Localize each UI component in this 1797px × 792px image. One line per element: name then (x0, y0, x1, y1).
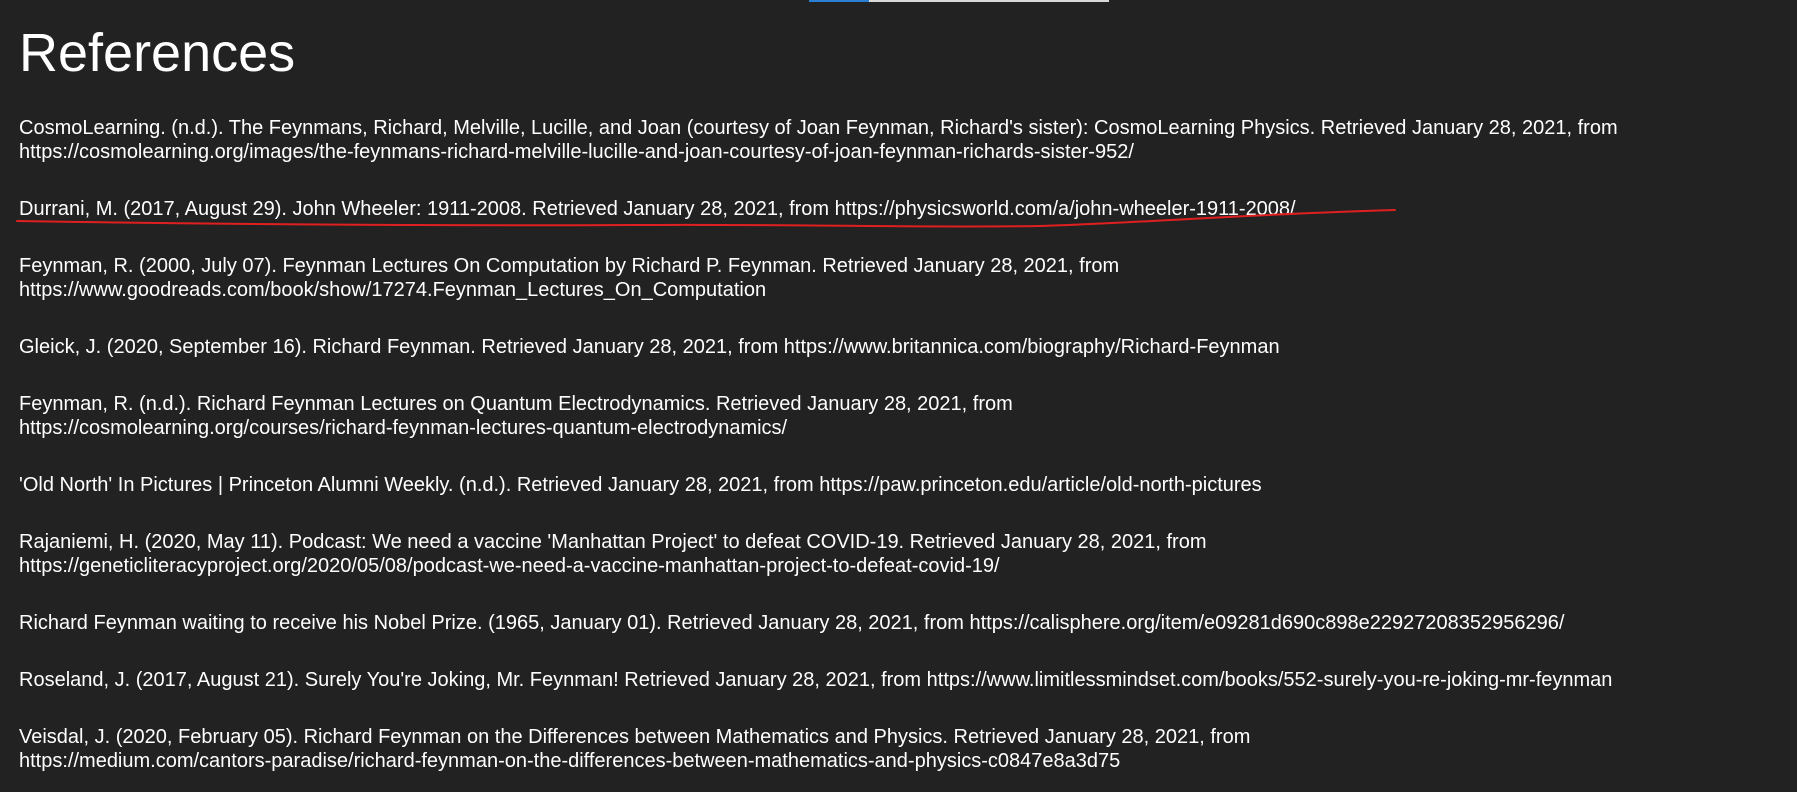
reference-text: 'Old North' In Pictures | Princeton Alum… (19, 474, 1262, 496)
top-progress-indicator (809, 0, 869, 2)
reference-text: CosmoLearning. (n.d.). The Feynmans, Ric… (19, 117, 1618, 139)
reference-text: Gleick, J. (2020, September 16). Richard… (19, 336, 1280, 358)
reference-url[interactable]: https://medium.com/cantors-paradise/rich… (19, 749, 1789, 773)
reference-item: CosmoLearning. (n.d.). The Feynmans, Ric… (19, 116, 1789, 164)
reference-text: Feynman, R. (n.d.). Richard Feynman Lect… (19, 393, 1013, 415)
reference-url[interactable]: https://cosmolearning.org/images/the-fey… (19, 140, 1789, 164)
reference-item: Rajaniemi, H. (2020, May 11). Podcast: W… (19, 530, 1789, 578)
reference-item: Veisdal, J. (2020, February 05). Richard… (19, 725, 1789, 773)
reference-url[interactable]: https://www.goodreads.com/book/show/1727… (19, 278, 1789, 302)
reference-item: Gleick, J. (2020, September 16). Richard… (19, 335, 1789, 359)
reference-list: CosmoLearning. (n.d.). The Feynmans, Ric… (19, 116, 1789, 792)
reference-item: Feynman, R. (n.d.). Richard Feynman Lect… (19, 392, 1789, 440)
page-title: References (19, 23, 296, 83)
reference-item: Feynman, R. (2000, July 07). Feynman Lec… (19, 254, 1789, 302)
top-progress-bar (809, 0, 1109, 2)
reference-url[interactable]: https://cosmolearning.org/courses/richar… (19, 416, 1789, 440)
reference-text: Rajaniemi, H. (2020, May 11). Podcast: W… (19, 531, 1207, 553)
reference-item: Durrani, M. (2017, August 29). John Whee… (19, 197, 1789, 221)
reference-item: Richard Feynman waiting to receive his N… (19, 611, 1789, 635)
reference-text: Feynman, R. (2000, July 07). Feynman Lec… (19, 255, 1120, 277)
reference-url[interactable]: https://geneticliteracyproject.org/2020/… (19, 554, 1789, 578)
reference-item: 'Old North' In Pictures | Princeton Alum… (19, 473, 1789, 497)
reference-text: Veisdal, J. (2020, February 05). Richard… (19, 726, 1251, 748)
reference-item: Roseland, J. (2017, August 21). Surely Y… (19, 668, 1789, 692)
reference-text: Roseland, J. (2017, August 21). Surely Y… (19, 669, 1613, 691)
reference-text: Durrani, M. (2017, August 29). John Whee… (19, 198, 1296, 220)
reference-text: Richard Feynman waiting to receive his N… (19, 612, 1565, 634)
